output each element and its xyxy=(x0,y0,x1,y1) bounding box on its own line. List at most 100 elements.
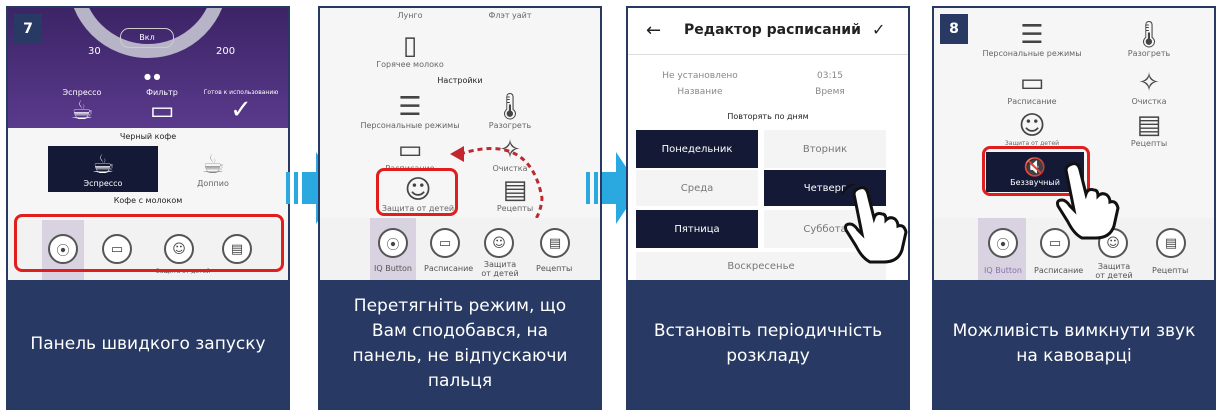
item-schedule-label: Расписание xyxy=(1007,96,1057,106)
book-icon: ▤ xyxy=(548,235,562,251)
drink-doppio-label: Доппио xyxy=(197,178,229,188)
editor-title: Редактор расписаний xyxy=(684,22,861,38)
drink-espresso-label: Эспрессо xyxy=(83,178,123,188)
panel-silent-mode: ☰ Персональные режимы 🌡 Разогреть ▭ Расп… xyxy=(932,6,1216,410)
screen-drag-mode: Лунго Флэт уайт ▯ Горячее молоко Настрой… xyxy=(320,8,600,282)
gauge-max: 200 xyxy=(216,46,236,57)
drag-source-highlight xyxy=(376,168,458,216)
item-personal-modes[interactable]: ☰ Персональные режимы xyxy=(360,88,460,134)
page-dots: ● ● xyxy=(144,72,161,81)
book-icon: ▤ xyxy=(1164,235,1178,251)
panel-schedule-editor: ← Редактор расписаний ✓ Не установлено Н… xyxy=(626,6,910,410)
milk-icon: ▯ xyxy=(402,30,418,61)
quick-dock: ⦿ ▭ ☺ ▤ IQ Button Расписание Защита от д… xyxy=(320,218,600,282)
day-monday[interactable]: Понедельник xyxy=(636,130,758,168)
caption-text: Можливість вимкнути звук на кавоварці xyxy=(952,321,1196,366)
thermometer-icon: 🌡 xyxy=(493,91,527,122)
caption-text: Перетягніть режим, що Вам сподобався, на… xyxy=(352,296,568,391)
name-field[interactable]: Не установлено Название xyxy=(638,64,762,104)
item-recipes-label: Рецепты xyxy=(1130,138,1168,148)
caption: Перетягніть режим, що Вам сподобався, на… xyxy=(320,280,600,408)
day-tuesday[interactable]: Вторник xyxy=(764,130,886,168)
calendar-icon: ▭ xyxy=(397,134,423,165)
book-icon: ▤ xyxy=(1136,109,1162,140)
item-cleaning-label: Очистка xyxy=(1131,96,1167,106)
item-personal-label: Персональные режимы xyxy=(982,48,1082,58)
item-hot-milk-label: Горячее молоко xyxy=(376,59,444,69)
item-personal-modes[interactable]: ☰ Персональные режимы xyxy=(974,14,1090,64)
step-number: 8 xyxy=(940,14,968,44)
item-preheat-label: Разогреть xyxy=(1127,48,1171,58)
hand-tap-icon xyxy=(841,184,908,264)
day-wednesday[interactable]: Среда xyxy=(636,170,758,206)
check-circle-icon: ✓ xyxy=(230,94,252,125)
lock-icon: ☺ xyxy=(492,235,506,251)
item-schedule[interactable]: ▭ Расписание xyxy=(974,66,1090,108)
back-arrow-icon[interactable]: ← xyxy=(646,20,661,41)
screen-schedule-editor: ← Редактор расписаний ✓ Не установлено Н… xyxy=(628,8,908,282)
day-friday[interactable]: Пятница xyxy=(636,210,758,248)
screen-silent-mode: ☰ Персональные режимы 🌡 Разогреть ▭ Расп… xyxy=(934,8,1214,282)
item-flat-white-label: Флэт уайт xyxy=(488,10,532,20)
dock-schedule[interactable]: ▭ xyxy=(430,228,460,258)
cup-icon: ☕ xyxy=(70,95,94,126)
step-number: 7 xyxy=(14,14,42,44)
iq-icon: ⦿ xyxy=(996,237,1010,253)
item-flat-white[interactable]: Флэт уайт xyxy=(460,8,560,22)
confirm-check-icon[interactable]: ✓ xyxy=(872,20,885,39)
item-lungo[interactable]: Лунго xyxy=(360,8,460,22)
hand-tap-icon xyxy=(1056,162,1120,240)
dock-iq-button[interactable]: ⦿ xyxy=(378,228,408,258)
mode-ready[interactable]: Готов к использованию ✓ xyxy=(198,84,284,128)
section-settings: Настройки xyxy=(437,76,483,85)
panel-drag-mode: Лунго Флэт уайт ▯ Горячее молоко Настрой… xyxy=(318,6,602,410)
dock-recipes[interactable]: ▤ xyxy=(1156,228,1186,258)
item-cleaning[interactable]: ✧ Очистка xyxy=(1094,66,1204,108)
caption: Панель швидкого запуску xyxy=(8,280,288,408)
time-value: 03:15 xyxy=(817,71,843,81)
dock-recipes[interactable]: ▤ xyxy=(540,228,570,258)
item-schedule[interactable]: ▭ Расписание xyxy=(360,134,460,173)
section-milk-coffee: Кофе с молоком xyxy=(113,196,183,205)
drink-espresso[interactable]: ☕ Эспрессо xyxy=(48,146,158,192)
repeat-label: Повторять по дням xyxy=(727,112,809,121)
caption-text: Встановіть періодичність розкладу xyxy=(653,321,883,366)
item-recipes[interactable]: ▤ Рецепты xyxy=(1094,108,1204,150)
mode-filter[interactable]: Фильтр ▭ xyxy=(122,84,202,128)
caption-text: Панель швидкого запуску xyxy=(30,333,266,354)
caption: Можливість вимкнути звук на кавоварці xyxy=(934,280,1214,408)
cup-icon: ☕ xyxy=(91,149,115,180)
lock-icon: ☺ xyxy=(1018,110,1046,141)
item-child-lock[interactable]: ☺ Защита от детей xyxy=(974,108,1090,150)
item-hot-milk[interactable]: ▯ Горячее молоко xyxy=(360,26,460,74)
dock-schedule-label: Расписание xyxy=(1034,266,1084,275)
gauge-min: 30 xyxy=(88,46,101,57)
gauge-button[interactable]: Вкл xyxy=(120,28,174,48)
screen-quick-launch: Вкл 30 200 ● ● Эспрессо ☕ Фильтр ▭ Готов… xyxy=(8,8,288,282)
list-plus-icon: ☰ xyxy=(1020,19,1044,50)
item-preheat[interactable]: 🌡 Разогреть xyxy=(1094,14,1204,64)
dock-child-lock[interactable]: ☺ xyxy=(484,228,514,258)
item-preheat-label: Разогреть xyxy=(488,120,532,130)
name-label: Название xyxy=(677,87,723,97)
item-preheat[interactable]: 🌡 Разогреть xyxy=(460,88,560,134)
dock-iq-label: IQ Button xyxy=(984,266,1022,275)
item-personal-label: Персональные режимы xyxy=(360,120,460,130)
time-field[interactable]: 03:15 Время xyxy=(768,64,892,104)
list-plus-icon: ☰ xyxy=(398,91,422,122)
double-cup-icon: ☕ xyxy=(201,149,225,180)
dock-iq-button[interactable]: ⦿ xyxy=(988,228,1018,258)
drink-doppio[interactable]: ☕ Доппио xyxy=(158,146,268,192)
dock-recipes-label: Рецепты xyxy=(1152,266,1189,275)
app-bar: ← Редактор расписаний ✓ xyxy=(628,8,908,55)
time-label: Время xyxy=(815,87,845,97)
section-black-coffee: Черный кофе xyxy=(119,132,177,141)
calendar-icon: ▭ xyxy=(1019,67,1045,98)
mode-espresso[interactable]: Эспрессо ☕ xyxy=(42,84,122,128)
dock-schedule-label: Расписание xyxy=(424,264,474,273)
item-lungo-label: Лунго xyxy=(397,10,423,20)
dock-child-lock-label: Защита от детей xyxy=(481,260,519,278)
calendar-icon: ▭ xyxy=(438,235,452,251)
caption: Встановіть періодичність розкладу xyxy=(628,280,908,408)
filter-icon: ▭ xyxy=(149,95,175,126)
